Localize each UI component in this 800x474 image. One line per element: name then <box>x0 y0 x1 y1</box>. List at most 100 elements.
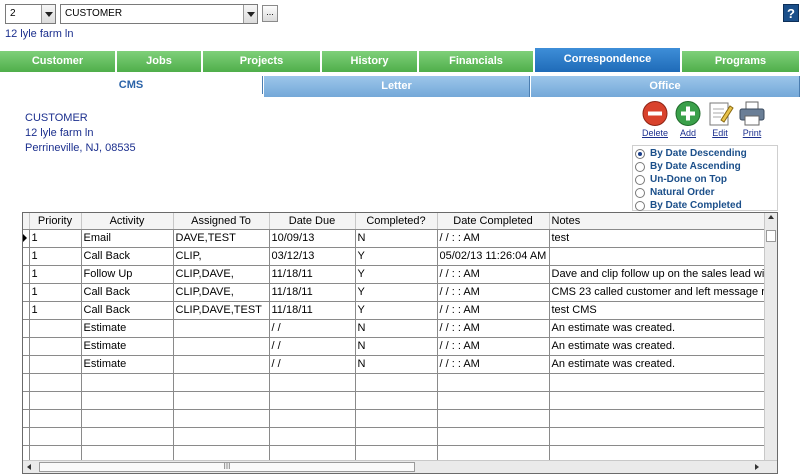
cell-date-completed[interactable] <box>437 373 550 392</box>
cell-assigned-to[interactable] <box>173 409 270 428</box>
tab-correspondence[interactable]: Correspondence <box>535 48 681 72</box>
tab-letter[interactable]: Letter <box>264 76 530 97</box>
cell-activity[interactable] <box>81 391 174 410</box>
cell-priority[interactable]: 1 <box>29 301 82 320</box>
table-row[interactable] <box>23 373 767 392</box>
cell-assigned-to[interactable] <box>173 373 270 392</box>
tab-jobs[interactable]: Jobs <box>117 51 202 72</box>
cell-assigned-to[interactable] <box>173 355 270 374</box>
cell-completed[interactable]: Y <box>355 283 438 302</box>
cell-activity[interactable]: Call Back <box>81 247 174 266</box>
tab-customer[interactable]: Customer <box>0 51 116 72</box>
column-header-date-completed[interactable]: Date Completed <box>437 213 550 230</box>
cell-activity[interactable] <box>81 427 174 446</box>
cell-priority[interactable] <box>29 391 82 410</box>
sort-option-natural-order[interactable]: Natural Order <box>635 186 714 199</box>
edit-button[interactable]: Edit <box>705 100 735 140</box>
print-button[interactable]: Print <box>737 100 767 140</box>
cell-assigned-to[interactable] <box>173 427 270 446</box>
cell-completed[interactable] <box>355 391 438 410</box>
tab-history[interactable]: History <box>322 51 418 72</box>
cell-notes[interactable] <box>549 247 767 266</box>
radio-icon[interactable] <box>635 174 645 185</box>
table-row[interactable]: 1 Call Back CLIP, 03/12/13 Y 05/02/13 11:26:0… <box>23 247 767 266</box>
table-row[interactable] <box>23 391 767 410</box>
sort-option-date-descending[interactable]: By Date Descending <box>635 147 747 160</box>
cell-notes[interactable] <box>549 391 767 410</box>
cell-date-completed[interactable] <box>437 409 550 428</box>
cell-priority[interactable] <box>29 373 82 392</box>
cell-priority[interactable] <box>29 409 82 428</box>
cell-notes[interactable]: test <box>549 229 767 248</box>
cell-activity[interactable] <box>81 373 174 392</box>
cell-priority[interactable] <box>29 319 82 338</box>
cell-activity[interactable]: Call Back <box>81 283 174 302</box>
sort-option-date-completed[interactable]: By Date Completed <box>635 199 742 212</box>
table-row[interactable]: 1 Email DAVE,TEST 10/09/13 N / / : : AM test <box>23 229 767 248</box>
sort-option-date-ascending[interactable]: By Date Ascending <box>635 160 741 173</box>
cell-priority[interactable]: 1 <box>29 247 82 266</box>
table-row[interactable]: Estimate / / N / / : : AM An estimate was cr… <box>23 337 767 356</box>
cell-completed[interactable] <box>355 409 438 428</box>
cell-date-due[interactable]: 03/12/13 <box>269 247 356 266</box>
cell-activity[interactable]: Email <box>81 229 174 248</box>
column-header-assigned-to[interactable]: Assigned To <box>173 213 270 230</box>
cell-date-due[interactable]: 11/18/11 <box>269 301 356 320</box>
scroll-right-icon[interactable] <box>755 464 759 470</box>
radio-selected-icon[interactable] <box>635 148 645 159</box>
cell-date-due[interactable]: 11/18/11 <box>269 265 356 284</box>
table-row[interactable]: Estimate / / N / / : : AM An estimate was cr… <box>23 319 767 338</box>
browse-button[interactable]: ... <box>262 5 278 22</box>
table-row[interactable] <box>23 409 767 428</box>
cell-completed[interactable]: Y <box>355 301 438 320</box>
cell-priority[interactable] <box>29 355 82 374</box>
horizontal-scrollbar[interactable]: III <box>23 460 777 473</box>
cell-date-due[interactable] <box>269 373 356 392</box>
cell-notes[interactable]: Dave and clip follow up on the sales lea… <box>549 265 767 284</box>
cell-date-due[interactable] <box>269 391 356 410</box>
cell-completed[interactable] <box>355 427 438 446</box>
table-row[interactable]: 1 Call Back CLIP,DAVE, 11/18/11 Y / / : : AM C… <box>23 283 767 302</box>
cell-priority[interactable]: 1 <box>29 229 82 248</box>
cell-notes[interactable] <box>549 373 767 392</box>
column-header-completed[interactable]: Completed? <box>355 213 438 230</box>
scroll-left-icon[interactable] <box>27 464 31 470</box>
cell-assigned-to[interactable] <box>173 391 270 410</box>
cell-date-completed[interactable]: / / : : AM <box>437 229 550 248</box>
tab-projects[interactable]: Projects <box>203 51 321 72</box>
cell-completed[interactable]: N <box>355 229 438 248</box>
help-button[interactable]: ? <box>783 4 799 22</box>
cell-assigned-to[interactable]: CLIP,DAVE, <box>173 265 270 284</box>
cell-notes[interactable]: CMS 23 called customer and left message … <box>549 283 767 302</box>
cell-priority[interactable] <box>29 427 82 446</box>
cell-date-due[interactable]: / / <box>269 355 356 374</box>
cell-date-completed[interactable]: / / : : AM <box>437 355 550 374</box>
cell-completed[interactable]: N <box>355 337 438 356</box>
cell-activity[interactable]: Estimate <box>81 355 174 374</box>
table-row[interactable]: 1 Call Back CLIP,DAVE,TEST 11/18/11 Y / / : :… <box>23 301 767 320</box>
cell-priority[interactable]: 1 <box>29 283 82 302</box>
cell-completed[interactable]: Y <box>355 265 438 284</box>
vertical-scroll-thumb[interactable] <box>766 230 776 242</box>
cell-notes[interactable]: An estimate was created. <box>549 355 767 374</box>
scroll-up-icon[interactable] <box>768 215 774 219</box>
cell-date-completed[interactable]: / / : : AM <box>437 337 550 356</box>
cell-assigned-to[interactable] <box>173 319 270 338</box>
cell-notes[interactable]: An estimate was created. <box>549 337 767 356</box>
tab-financials[interactable]: Financials <box>419 51 534 72</box>
cell-date-due[interactable] <box>269 409 356 428</box>
chevron-down-icon[interactable] <box>41 5 55 23</box>
radio-icon[interactable] <box>635 187 645 198</box>
cell-assigned-to[interactable]: CLIP,DAVE,TEST <box>173 301 270 320</box>
cell-activity[interactable] <box>81 409 174 428</box>
vertical-scrollbar[interactable] <box>764 213 777 461</box>
cell-notes[interactable]: An estimate was created. <box>549 319 767 338</box>
cell-assigned-to[interactable]: DAVE,TEST <box>173 229 270 248</box>
table-row[interactable]: Estimate / / N / / : : AM An estimate was cr… <box>23 355 767 374</box>
horizontal-scroll-thumb[interactable]: III <box>39 462 415 472</box>
cell-priority[interactable]: 1 <box>29 265 82 284</box>
cell-date-due[interactable]: 10/09/13 <box>269 229 356 248</box>
tab-office[interactable]: Office <box>531 76 800 97</box>
cell-date-due[interactable]: / / <box>269 319 356 338</box>
cell-priority[interactable] <box>29 337 82 356</box>
